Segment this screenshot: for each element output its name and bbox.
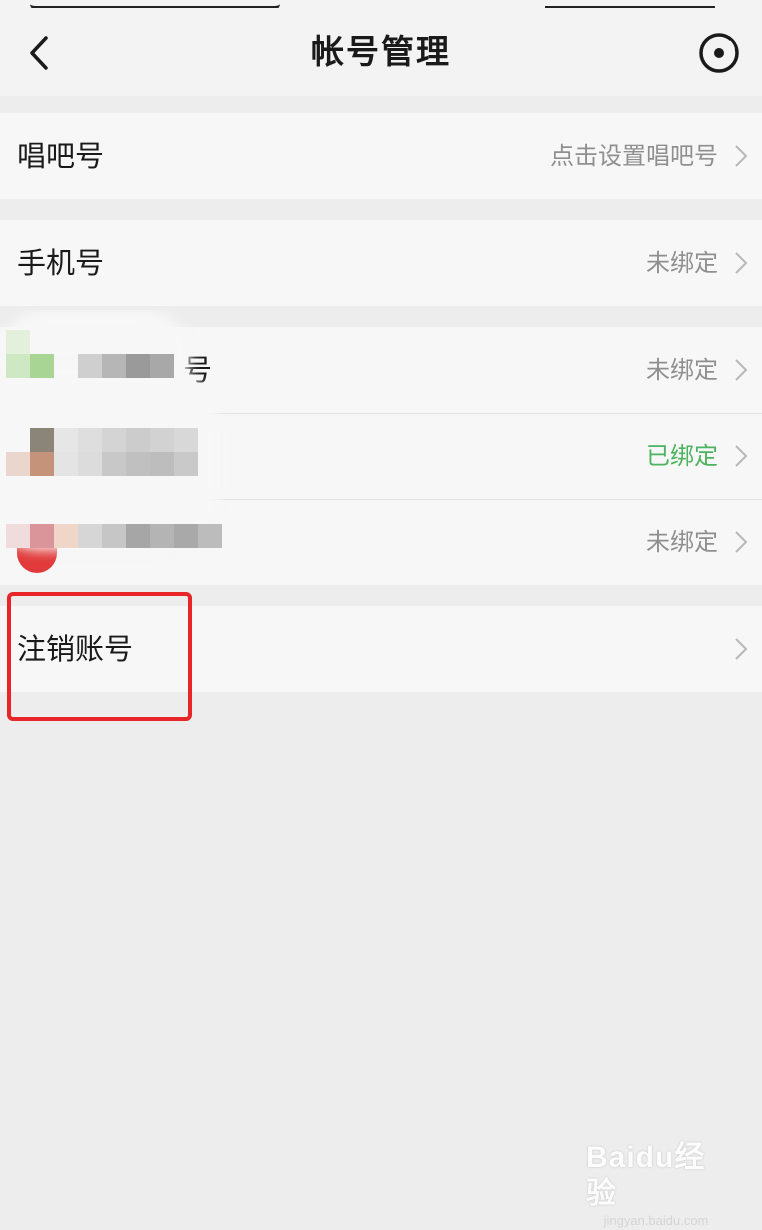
more-button[interactable]: [696, 30, 742, 76]
row-value: 未绑定: [646, 249, 718, 277]
group-phone: 手机号 未绑定: [0, 220, 762, 306]
watermark-logo: Baidu经验: [586, 1141, 706, 1210]
row-label: 注销账号: [17, 632, 134, 666]
row-value: 未绑定: [646, 528, 718, 556]
baidu-jingyan-watermark: Baidu经验 jingyan.baidu.com: [586, 1140, 736, 1228]
navigation-bar: 帐号管理: [0, 8, 762, 96]
row-delete-account[interactable]: 注销账号: [0, 606, 762, 692]
row-value: 未绑定: [646, 356, 718, 384]
row-phone[interactable]: 手机号 未绑定: [0, 220, 762, 306]
row-social-account-1[interactable]: 号 未绑定: [0, 327, 762, 413]
circle-dot-menu-icon: [696, 30, 742, 76]
watermark-url: jingyan.baidu.com: [603, 1213, 709, 1228]
row-singbar-id[interactable]: 唱吧号 点击设置唱吧号: [0, 113, 762, 199]
status-bar-signal-battery: [545, 0, 715, 8]
row-social-account-2[interactable]: 已绑定: [0, 413, 762, 499]
group-social-accounts: 号 未绑定 已绑定 未绑定: [0, 327, 762, 585]
chevron-right-icon: [734, 251, 748, 275]
row-value: 点击设置唱吧号: [550, 142, 718, 170]
row-label: 手机号: [17, 246, 105, 280]
row-social-account-3[interactable]: 未绑定: [0, 499, 762, 585]
row-label: 号: [183, 353, 213, 387]
chevron-right-icon: [734, 444, 748, 468]
chevron-right-icon: [734, 144, 748, 168]
group-delete-account: 注销账号: [0, 606, 762, 692]
chevron-right-icon: [734, 358, 748, 382]
chevron-right-icon: [734, 637, 748, 661]
row-label: 唱吧号: [17, 139, 105, 173]
status-bar: [0, 0, 762, 8]
chevron-right-icon: [734, 530, 748, 554]
row-value: 已绑定: [646, 442, 718, 470]
page-title: 帐号管理: [311, 32, 451, 71]
weibo-icon: [17, 539, 57, 573]
group-singbar-id: 唱吧号 点击设置唱吧号: [0, 113, 762, 199]
status-bar-time-carrier: [30, 0, 280, 8]
